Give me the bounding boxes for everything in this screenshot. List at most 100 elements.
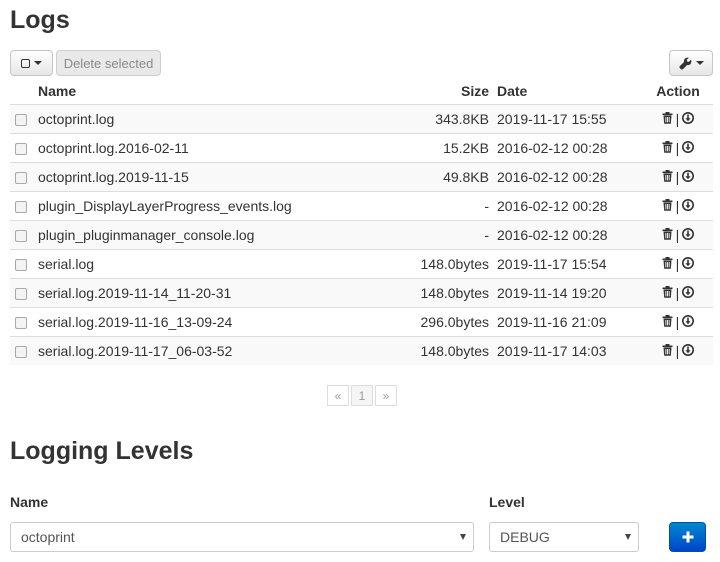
download-icon[interactable]	[682, 285, 695, 301]
wrench-icon	[678, 57, 691, 70]
logger-name-select[interactable]: octoprint	[10, 522, 474, 552]
trash-icon[interactable]	[662, 343, 673, 359]
trash-icon[interactable]	[662, 169, 673, 185]
file-date: 2019-11-17 15:54	[493, 248, 643, 278]
trash-icon[interactable]	[662, 227, 673, 243]
select-dropdown-button[interactable]	[10, 50, 53, 76]
file-name[interactable]: octoprint.log	[34, 103, 390, 133]
file-name[interactable]: serial.log.2019-11-16_13-09-24	[34, 306, 390, 336]
download-icon[interactable]	[682, 198, 695, 214]
download-icon[interactable]	[682, 169, 695, 185]
download-icon[interactable]	[682, 256, 695, 272]
trash-icon[interactable]	[662, 111, 673, 127]
file-date: 2019-11-14 19:20	[493, 277, 643, 307]
pagination-prev[interactable]: «	[327, 385, 349, 406]
caret-down-icon	[695, 61, 704, 65]
plus-icon	[682, 531, 693, 543]
action-separator: |	[675, 168, 680, 185]
column-header-name[interactable]: Name	[34, 78, 389, 104]
download-icon[interactable]	[682, 314, 695, 330]
action-separator: |	[675, 313, 680, 330]
file-name[interactable]: serial.log	[34, 248, 390, 278]
download-icon[interactable]	[682, 227, 695, 243]
trash-icon[interactable]	[662, 285, 673, 301]
delete-selected-button[interactable]: Delete selected	[56, 50, 161, 76]
action-separator: |	[675, 284, 680, 301]
file-size: 343.8KB	[389, 103, 493, 133]
file-name[interactable]: plugin_pluginmanager_console.log	[34, 219, 390, 249]
file-date: 2019-11-17 14:03	[493, 335, 643, 365]
table-row: plugin_pluginmanager_console.log -2016-02…	[10, 219, 713, 249]
logs-table: Name Size Date Action octoprint.log 343.8…	[10, 78, 713, 365]
trash-icon[interactable]	[662, 314, 673, 330]
trash-icon[interactable]	[662, 140, 673, 156]
file-date: 2016-02-12 00:28	[493, 219, 643, 249]
table-row: serial.log 148.0bytes 2019-11-17 15:54 |	[10, 248, 713, 278]
row-checkbox[interactable]	[15, 316, 27, 329]
column-header-action: Action	[656, 82, 700, 99]
action-separator: |	[675, 197, 680, 214]
action-separator: |	[675, 110, 680, 127]
file-name[interactable]: octoprint.log.2019-11-15	[34, 161, 390, 191]
column-header-date[interactable]: Date	[493, 78, 643, 104]
file-date: 2016-02-12 00:28	[493, 161, 643, 191]
row-checkbox[interactable]	[15, 113, 27, 126]
file-name[interactable]: serial.log.2019-11-17_06-03-52	[34, 335, 390, 365]
file-size: 148.0bytes	[389, 248, 493, 278]
action-separator: |	[675, 342, 680, 359]
action-separator: |	[675, 226, 680, 243]
row-checkbox[interactable]	[15, 142, 27, 155]
row-checkbox[interactable]	[15, 346, 27, 359]
level-select[interactable]: DEBUG	[489, 522, 639, 552]
file-size: 296.0bytes	[389, 306, 493, 336]
file-name[interactable]: plugin_DisplayLayerProgress_events.log	[34, 190, 390, 220]
download-icon[interactable]	[682, 111, 695, 127]
action-separator: |	[675, 255, 680, 272]
file-date: 2019-11-16 21:09	[493, 306, 643, 336]
logger-name-value: octoprint	[21, 529, 75, 545]
table-row: octoprint.log 343.8KB 2019-11-17 15:55 |	[10, 103, 713, 133]
pagination-page[interactable]: 1	[351, 385, 373, 406]
file-date: 2016-02-12 00:28	[493, 132, 643, 162]
file-date: 2016-02-12 00:28	[493, 190, 643, 220]
download-icon[interactable]	[682, 343, 695, 359]
file-size: 148.0bytes	[389, 335, 493, 365]
table-row: serial.log.2019-11-14_11-20-31 148.0bytes…	[10, 277, 713, 307]
table-row: octoprint.log.2016-02-11 15.2KB 2016-02-12…	[10, 132, 713, 162]
row-checkbox[interactable]	[15, 258, 27, 271]
file-size: 148.0bytes	[389, 277, 493, 307]
row-checkbox[interactable]	[15, 200, 27, 213]
logging-levels-title: Logging Levels	[10, 437, 194, 465]
table-row: serial.log.2019-11-17_06-03-52 148.0bytes…	[10, 335, 713, 365]
action-separator: |	[675, 139, 680, 156]
checkbox-square-icon	[21, 58, 30, 68]
row-checkbox[interactable]	[15, 171, 27, 184]
table-row: octoprint.log.2019-11-15 49.8KB 2016-02-12…	[10, 161, 713, 191]
file-size: -	[389, 219, 493, 249]
add-logger-button[interactable]	[669, 522, 706, 552]
file-date: 2019-11-17 15:55	[493, 103, 643, 133]
file-name[interactable]: octoprint.log.2016-02-11	[34, 132, 390, 162]
row-checkbox[interactable]	[15, 229, 27, 242]
file-name[interactable]: serial.log.2019-11-14_11-20-31	[34, 277, 390, 307]
file-size: -	[389, 190, 493, 220]
logs-title: Logs	[10, 6, 70, 34]
trash-icon[interactable]	[662, 198, 673, 214]
level-label: Level	[489, 494, 525, 510]
file-size: 15.2KB	[389, 132, 493, 162]
level-value: DEBUG	[500, 529, 550, 545]
column-header-size[interactable]: Size	[389, 78, 493, 104]
row-checkbox[interactable]	[15, 287, 27, 300]
download-icon[interactable]	[682, 140, 695, 156]
settings-dropdown-button[interactable]	[669, 50, 713, 76]
trash-icon[interactable]	[662, 256, 673, 272]
name-label: Name	[10, 494, 49, 510]
pagination-next[interactable]: »	[375, 385, 397, 406]
file-size: 49.8KB	[389, 161, 493, 191]
table-row: serial.log.2019-11-16_13-09-24 296.0bytes…	[10, 306, 713, 336]
caret-down-icon	[34, 61, 42, 65]
table-header-row: Name Size Date Action	[10, 78, 713, 104]
chevron-down-icon	[460, 534, 466, 540]
pagination: « 1 »	[327, 385, 397, 406]
chevron-down-icon	[625, 534, 631, 540]
